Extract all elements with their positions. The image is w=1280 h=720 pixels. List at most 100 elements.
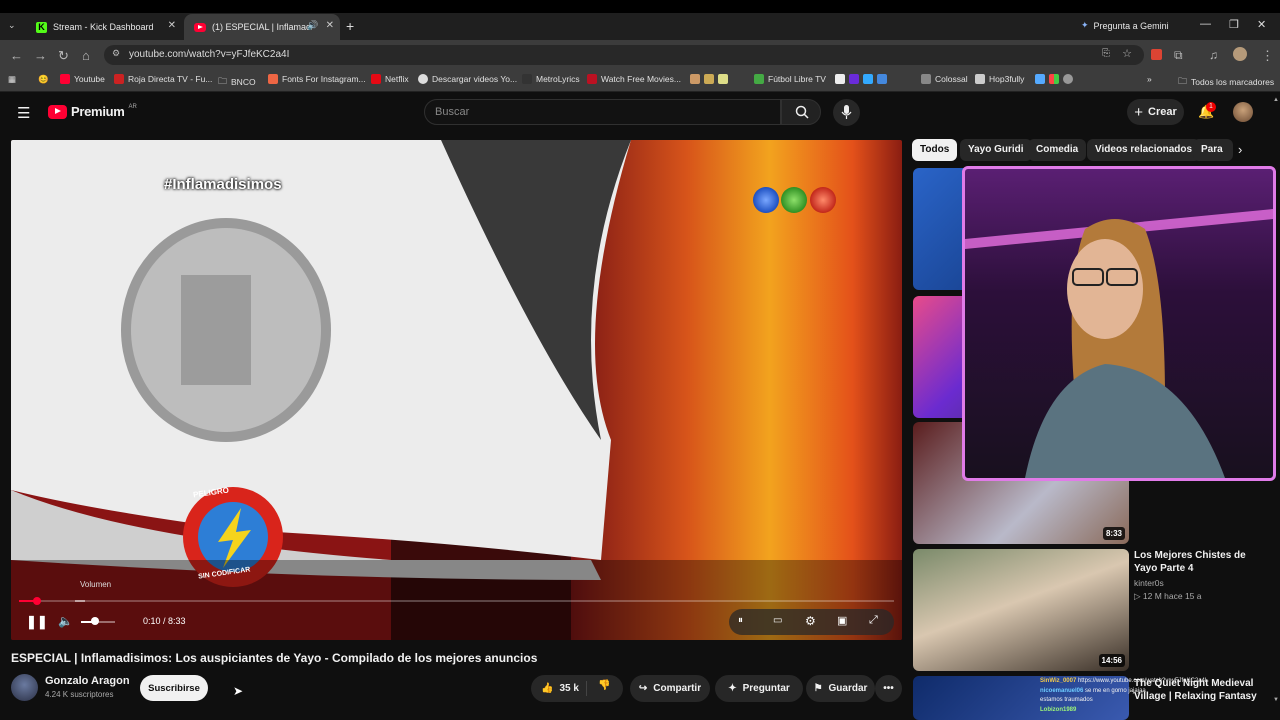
- save-button[interactable]: ⚑ Guardar: [806, 675, 875, 702]
- bookmark-misc-icons-3[interactable]: [1035, 74, 1073, 84]
- tab-kick-dashboard[interactable]: K Stream - Kick Dashboard ✕: [26, 14, 182, 40]
- bookmark-netflix[interactable]: Netflix: [371, 74, 409, 84]
- channel-name[interactable]: Gonzalo Aragon: [45, 675, 130, 687]
- tab-list-chevron-icon[interactable]: ⌄: [8, 20, 16, 31]
- autoplay-toggle-icon[interactable]: ⏸: [738, 615, 743, 626]
- hamburger-menu-icon[interactable]: ☰: [17, 104, 30, 122]
- media-control-icon[interactable]: ♫: [1209, 48, 1218, 62]
- chat-user: Lobizon1989: [1040, 706, 1077, 713]
- apps-grid-icon[interactable]: ▦: [8, 74, 16, 85]
- install-icon[interactable]: ⎘: [1102, 48, 1110, 59]
- bookmark-bnco[interactable]: 🗀 BNCO: [218, 74, 256, 90]
- chip-related[interactable]: Videos relacionados: [1087, 139, 1201, 161]
- extension-icon[interactable]: [1151, 49, 1162, 60]
- share-button[interactable]: ↪ Compartir: [630, 675, 710, 702]
- like-count[interactable]: 35 k: [559, 683, 578, 694]
- chip-label: Yayo Guridi: [968, 144, 1024, 155]
- theater-mode-icon[interactable]: ▣: [837, 614, 847, 627]
- site-info-icon[interactable]: ⚙: [112, 48, 120, 59]
- voice-search-button[interactable]: [833, 99, 860, 126]
- subtitles-icon[interactable]: ▭: [773, 615, 782, 626]
- account-avatar[interactable]: [1233, 102, 1253, 122]
- new-tab-plus-icon[interactable]: +: [346, 18, 354, 34]
- bookmark-fonts[interactable]: Fonts For Instagram...: [268, 74, 366, 84]
- bookmark-emoji-icon[interactable]: 😊: [38, 74, 49, 85]
- scroll-up-arrow-icon[interactable]: ▲: [1273, 97, 1279, 105]
- close-window-icon[interactable]: ✕: [1257, 18, 1266, 31]
- related-channel[interactable]: kinter0s: [1134, 578, 1164, 588]
- create-button[interactable]: + Crear: [1127, 99, 1184, 125]
- notification-count-badge: 1: [1206, 102, 1216, 112]
- more-actions-button[interactable]: •••: [875, 675, 902, 702]
- search-button[interactable]: [781, 99, 821, 125]
- bookmarks-overflow-icon[interactable]: »: [1147, 74, 1152, 84]
- related-video-title[interactable]: Los Mejores Chistes de Yayo Parte 4: [1134, 549, 1269, 575]
- bookmark-colossal[interactable]: Colossal: [921, 74, 968, 84]
- thumbs-down-icon[interactable]: 👎: [598, 680, 610, 691]
- menu-kebab-icon[interactable]: ⋮: [1261, 48, 1274, 64]
- scrubber-handle[interactable]: [32, 597, 41, 605]
- volume-icon[interactable]: 🔈: [58, 614, 73, 628]
- minimize-icon[interactable]: —: [1200, 18, 1211, 30]
- thumbs-up-icon[interactable]: 👍: [541, 683, 553, 694]
- speaker-icon[interactable]: 🔊: [307, 20, 318, 31]
- ask-button[interactable]: ✦ Preguntar: [715, 675, 803, 702]
- back-icon[interactable]: ←: [10, 48, 23, 63]
- chip-para[interactable]: Para: [1193, 139, 1233, 161]
- all-bookmarks-folder[interactable]: 🗀 Todos los marcadores: [1178, 74, 1274, 90]
- subscribe-button[interactable]: Suscribirse: [140, 675, 208, 701]
- fullscreen-icon[interactable]: ⤢: [869, 614, 878, 627]
- bookmark-label: MetroLyrics: [536, 74, 580, 84]
- pause-icon[interactable]: ❚❚: [26, 614, 48, 630]
- progress-bar[interactable]: [19, 600, 894, 602]
- chip-comedia[interactable]: Comedia: [1028, 139, 1087, 161]
- bookmark-youtube[interactable]: Youtube: [60, 74, 105, 84]
- time-display: 0:10 / 8:33: [143, 616, 186, 626]
- channel-avatar[interactable]: [11, 674, 38, 701]
- youtube-premium-logo[interactable]: Premium AR: [48, 104, 137, 119]
- bookmark-futbol-libre[interactable]: Fútbol Libre TV: [754, 74, 826, 84]
- bookmark-hop3fully[interactable]: Hop3fully: [975, 74, 1024, 84]
- bookmark-misc-icons-2[interactable]: [835, 74, 887, 84]
- close-icon[interactable]: ✕: [326, 20, 334, 31]
- bookmark-misc-icons[interactable]: [690, 74, 728, 84]
- chip-yayo-guridi[interactable]: Yayo Guridi: [960, 139, 1032, 161]
- close-icon[interactable]: ✕: [168, 20, 176, 31]
- reload-icon[interactable]: ↻: [58, 48, 69, 64]
- profile-avatar-icon[interactable]: [1233, 47, 1247, 61]
- bookmark-watch-free-movies[interactable]: Watch Free Movies...: [587, 74, 681, 84]
- scroll-down-arrow-icon[interactable]: ▼: [1273, 697, 1279, 705]
- volume-handle[interactable]: [91, 617, 99, 625]
- bookmark-descargar[interactable]: Descargar videos Yo...: [418, 74, 517, 84]
- webcam-frame: [965, 209, 1273, 478]
- chip-label: Comedia: [1036, 144, 1079, 155]
- share-icon: ↪: [638, 683, 648, 694]
- chip-all[interactable]: Todos: [912, 139, 958, 161]
- bookmark-roja-directa[interactable]: Roja Directa TV - Fu...: [114, 74, 212, 84]
- chip-label: Todos: [920, 144, 950, 155]
- extensions-puzzle-icon[interactable]: ⧉: [1174, 48, 1183, 63]
- settings-gear-icon[interactable]: ⚙: [805, 614, 816, 628]
- related-thumbnail[interactable]: 14:56: [913, 549, 1129, 671]
- video-player[interactable]: #Inflamadisimos PELIGRO SIN CODIFICAR Vo…: [11, 140, 902, 640]
- search-input[interactable]: Buscar: [424, 99, 781, 125]
- bookmark-star-icon[interactable]: ☆: [1122, 47, 1132, 60]
- hop3fully-icon: [975, 74, 985, 84]
- chip-label: Para: [1201, 144, 1223, 155]
- gemini-button[interactable]: ✦ Pregunta a Gemini: [1081, 20, 1169, 31]
- bookmark-metrolyrics[interactable]: MetroLyrics: [522, 74, 580, 84]
- forward-icon[interactable]: →: [34, 48, 47, 63]
- sparkle-icon: ✦: [728, 683, 737, 694]
- kick-logo-icon: K: [36, 21, 47, 33]
- save-label: Guardar: [828, 683, 868, 694]
- restore-icon[interactable]: ❐: [1229, 18, 1239, 31]
- bookmark-icon: [1035, 74, 1045, 84]
- bookmark-label: Hop3fully: [989, 74, 1025, 84]
- home-icon[interactable]: ⌂: [82, 48, 90, 63]
- url-bar[interactable]: ⚙ youtube.com/watch?v=yFJfeKC2a4I ⎘ ☆: [104, 45, 1144, 65]
- chevron-right-icon[interactable]: ›: [1238, 142, 1242, 157]
- bookmark-label: Youtube: [74, 74, 105, 84]
- bookmark-label: Netflix: [385, 74, 409, 84]
- movies-icon: [587, 74, 597, 84]
- tab-youtube-video[interactable]: (1) ESPECIAL | Inflamadisimos 🔊 ✕: [184, 14, 340, 40]
